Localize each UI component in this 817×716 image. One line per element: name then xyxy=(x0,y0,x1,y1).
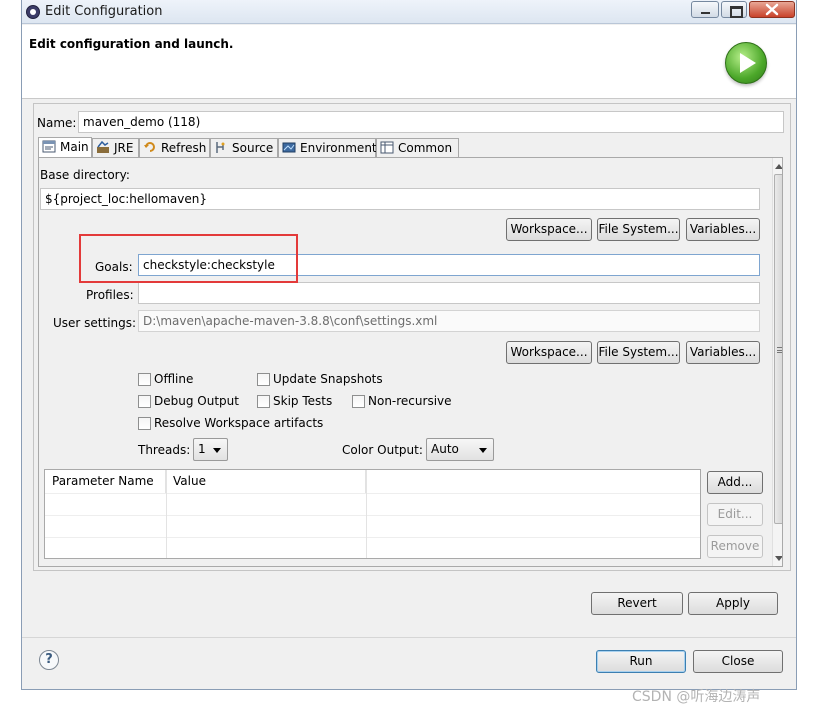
scroll-up-icon[interactable] xyxy=(775,164,782,169)
table-row-divider xyxy=(45,515,700,516)
base-directory-field[interactable]: ${project_loc:hellomaven} xyxy=(40,188,760,210)
header-title: Edit configuration and launch. xyxy=(29,37,234,51)
color-output-label: Color Output: xyxy=(342,443,423,457)
title-bar: Edit Configuration xyxy=(22,0,796,24)
skip-tests-checkbox[interactable] xyxy=(257,395,270,408)
update-snapshots-checkbox[interactable] xyxy=(257,373,270,386)
resolve-workspace-label: Resolve Workspace artifacts xyxy=(154,416,324,430)
refresh-tab-icon xyxy=(144,142,155,152)
environment-tab-icon xyxy=(282,142,296,153)
table-column-divider xyxy=(366,470,367,558)
footer-separator xyxy=(22,637,796,638)
tab-source-label: Source xyxy=(232,141,274,155)
tab-refresh[interactable]: Refresh xyxy=(139,138,210,157)
tab-refresh-label: Refresh xyxy=(161,141,207,155)
eclipse-icon xyxy=(26,5,40,19)
base-dir-variables-button[interactable]: Variables... xyxy=(686,218,760,241)
settings-filesystem-button[interactable]: File System... xyxy=(597,341,680,364)
source-tab-icon xyxy=(216,142,225,153)
dialog-header: Edit configuration and launch. xyxy=(22,25,796,99)
color-output-select[interactable]: Auto xyxy=(426,438,494,461)
configuration-panel: Name: maven_demo (118) Main JRE Refresh … xyxy=(33,103,791,571)
non-recursive-label: Non-recursive xyxy=(368,394,452,408)
threads-label: Threads: xyxy=(138,443,191,457)
minimize-button[interactable] xyxy=(691,1,719,18)
edit-configuration-dialog: Edit Configuration Edit configuration an… xyxy=(21,0,797,690)
debug-output-label: Debug Output xyxy=(154,394,239,408)
tab-jre-label: JRE xyxy=(114,141,134,155)
tab-jre[interactable]: JRE xyxy=(92,138,139,157)
tab-environment-label: Environment xyxy=(300,141,377,155)
tab-common[interactable]: Common xyxy=(376,138,459,157)
debug-output-checkbox[interactable] xyxy=(138,395,151,408)
maximize-button[interactable] xyxy=(721,1,747,18)
table-column-divider xyxy=(166,470,167,558)
update-snapshots-label: Update Snapshots xyxy=(273,372,383,386)
tab-main[interactable]: Main xyxy=(38,137,92,158)
settings-workspace-button[interactable]: Workspace... xyxy=(506,341,592,364)
launch-icon xyxy=(725,42,767,84)
base-dir-filesystem-button[interactable]: File System... xyxy=(597,218,680,241)
scroll-down-icon[interactable] xyxy=(775,556,782,561)
goals-highlight-box xyxy=(79,234,298,283)
watermark: CSDN @听海边涛声 xyxy=(632,689,761,705)
base-dir-workspace-button[interactable]: Workspace... xyxy=(506,218,592,241)
profiles-label: Profiles: xyxy=(86,288,134,302)
edit-parameter-button[interactable]: Edit... xyxy=(707,503,763,526)
window-title: Edit Configuration xyxy=(45,4,163,19)
offline-checkbox[interactable] xyxy=(138,373,151,386)
jre-tab-icon xyxy=(97,141,109,153)
value-header[interactable]: Value xyxy=(166,470,366,493)
remove-parameter-button[interactable]: Remove xyxy=(707,535,763,558)
table-row-divider xyxy=(45,537,700,538)
settings-variables-button[interactable]: Variables... xyxy=(686,341,760,364)
close-icon xyxy=(765,3,779,16)
vertical-scrollbar[interactable] xyxy=(772,158,782,566)
name-label: Name: xyxy=(37,116,77,130)
offline-label: Offline xyxy=(154,372,194,386)
common-tab-icon xyxy=(380,141,394,154)
close-button[interactable]: Close xyxy=(693,650,783,673)
help-icon[interactable]: ? xyxy=(39,650,59,670)
user-settings-field[interactable]: D:\maven\apache-maven-3.8.8\conf\setting… xyxy=(138,310,760,332)
table-header-divider xyxy=(45,493,700,494)
tab-source[interactable]: Source xyxy=(210,138,278,157)
profiles-field[interactable] xyxy=(138,282,760,304)
name-field[interactable]: maven_demo (118) xyxy=(78,111,784,133)
scroll-thumb[interactable] xyxy=(774,174,782,524)
threads-select[interactable]: 1 xyxy=(193,438,228,461)
run-button[interactable]: Run xyxy=(596,650,686,673)
skip-tests-label: Skip Tests xyxy=(273,394,333,408)
non-recursive-checkbox[interactable] xyxy=(352,395,365,408)
user-settings-label: User settings: xyxy=(53,316,137,330)
add-parameter-button[interactable]: Add... xyxy=(707,471,763,494)
tab-common-label: Common xyxy=(398,141,453,155)
revert-button[interactable]: Revert xyxy=(591,592,683,615)
main-tab-content: Base directory: ${project_loc:hellomaven… xyxy=(38,157,783,567)
base-directory-label: Base directory: xyxy=(40,168,130,182)
tab-main-label: Main xyxy=(60,140,89,154)
parameters-table[interactable]: Parameter Name Value xyxy=(44,469,701,559)
resolve-workspace-checkbox[interactable] xyxy=(138,417,151,430)
close-window-button[interactable] xyxy=(749,1,795,18)
apply-button[interactable]: Apply xyxy=(688,592,778,615)
scroll-grip-icon xyxy=(777,347,782,353)
main-tab-icon xyxy=(42,140,56,153)
tab-environment[interactable]: Environment xyxy=(278,138,377,157)
parameter-name-header[interactable]: Parameter Name xyxy=(45,470,166,493)
